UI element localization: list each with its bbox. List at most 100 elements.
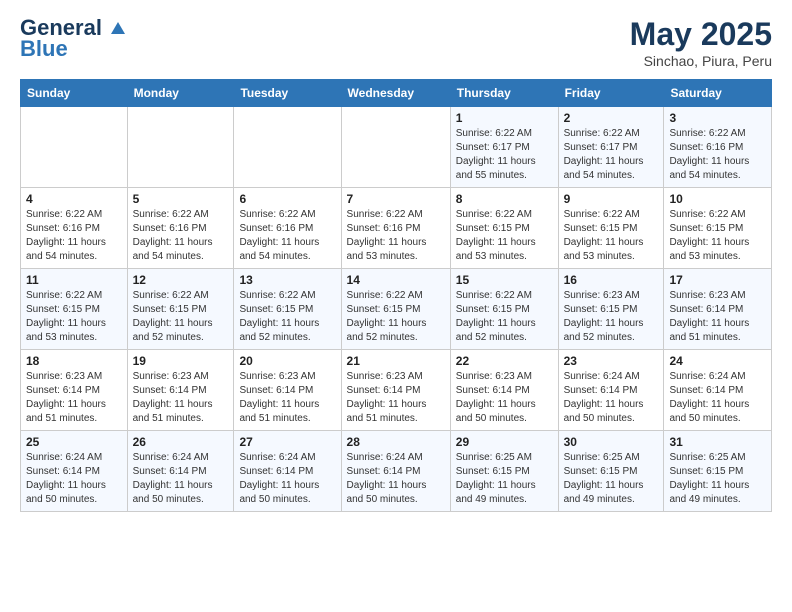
day-info: Sunrise: 6:22 AM Sunset: 6:17 PM Dayligh… [456,127,553,183]
day-cell: 19Sunrise: 6:23 AM Sunset: 6:14 PM Dayli… [127,350,234,431]
day-info: Sunrise: 6:23 AM Sunset: 6:14 PM Dayligh… [26,370,122,426]
day-info: Sunrise: 6:22 AM Sunset: 6:15 PM Dayligh… [26,289,122,345]
day-info: Sunrise: 6:22 AM Sunset: 6:15 PM Dayligh… [456,289,553,345]
day-number: 4 [26,192,122,206]
day-number: 30 [564,435,659,449]
title-block: May 2025 Sinchao, Piura, Peru [630,16,772,69]
day-number: 2 [564,111,659,125]
day-cell: 8Sunrise: 6:22 AM Sunset: 6:15 PM Daylig… [450,188,558,269]
day-number: 5 [133,192,229,206]
day-cell [234,107,341,188]
day-info: Sunrise: 6:22 AM Sunset: 6:16 PM Dayligh… [133,208,229,264]
day-number: 12 [133,273,229,287]
day-cell: 15 Sunrise: 6:22 AM Sunset: 6:15 PM Dayli… [450,269,558,350]
day-info: Sunrise: 6:22 AM Sunset: 6:15 PM Dayligh… [456,208,553,264]
page: General Blue May 2025 Sinchao, Piura, Pe… [0,0,792,528]
logo: General Blue [20,16,128,62]
day-info: Sunrise: 6:23 AM Sunset: 6:14 PM Dayligh… [347,370,445,426]
day-number: 18 [26,354,122,368]
day-cell: 31 Sunrise: 6:25 AM Sunset: 6:15 PM Dayli… [664,431,772,512]
day-cell: 12 Sunrise: 6:22 AM Sunset: 6:15 PM Dayli… [127,269,234,350]
day-info: Sunrise: 6:24 AM Sunset: 6:14 PM Dayligh… [669,370,766,426]
day-number: 1 [456,111,553,125]
week-row-3: 11 Sunrise: 6:22 AM Sunset: 6:15 PM Dayli… [21,269,772,350]
day-number: 9 [564,192,659,206]
day-number: 17 [669,273,766,287]
day-number: 23 [564,354,659,368]
day-info: Sunrise: 6:23 AM Sunset: 6:14 PM Dayligh… [669,289,766,345]
day-cell: 22 Sunrise: 6:23 AM Sunset: 6:14 PM Dayli… [450,350,558,431]
day-cell [127,107,234,188]
calendar-table: SundayMondayTuesdayWednesdayThursdayFrid… [20,79,772,512]
week-row-1: 1 Sunrise: 6:22 AM Sunset: 6:17 PM Daylig… [21,107,772,188]
day-number: 28 [347,435,445,449]
col-header-saturday: Saturday [664,80,772,107]
day-info: Sunrise: 6:22 AM Sunset: 6:17 PM Dayligh… [564,127,659,183]
day-cell: 11 Sunrise: 6:22 AM Sunset: 6:15 PM Dayli… [21,269,128,350]
day-cell: 5 Sunrise: 6:22 AM Sunset: 6:16 PM Daylig… [127,188,234,269]
day-number: 15 [456,273,553,287]
day-cell: 21 Sunrise: 6:23 AM Sunset: 6:14 PM Dayli… [341,350,450,431]
day-number: 31 [669,435,766,449]
day-cell: 28 Sunrise: 6:24 AM Sunset: 6:14 PM Dayli… [341,431,450,512]
day-info: Sunrise: 6:25 AM Sunset: 6:15 PM Dayligh… [669,451,766,507]
location-subtitle: Sinchao, Piura, Peru [630,53,772,69]
day-info: Sunrise: 6:22 AM Sunset: 6:15 PM Dayligh… [239,289,335,345]
day-cell: 30Sunrise: 6:25 AM Sunset: 6:15 PM Dayli… [558,431,664,512]
day-cell: 10 Sunrise: 6:22 AM Sunset: 6:15 PM Dayli… [664,188,772,269]
day-cell: 24 Sunrise: 6:24 AM Sunset: 6:14 PM Dayli… [664,350,772,431]
logo-icon [109,20,127,38]
day-info: Sunrise: 6:22 AM Sunset: 6:16 PM Dayligh… [26,208,122,264]
day-cell: 23 Sunrise: 6:24 AM Sunset: 6:14 PM Dayli… [558,350,664,431]
day-number: 25 [26,435,122,449]
header-row: SundayMondayTuesdayWednesdayThursdayFrid… [21,80,772,107]
col-header-tuesday: Tuesday [234,80,341,107]
day-info: Sunrise: 6:24 AM Sunset: 6:14 PM Dayligh… [347,451,445,507]
day-info: Sunrise: 6:24 AM Sunset: 6:14 PM Dayligh… [26,451,122,507]
day-cell: 20Sunrise: 6:23 AM Sunset: 6:14 PM Dayli… [234,350,341,431]
col-header-monday: Monday [127,80,234,107]
col-header-sunday: Sunday [21,80,128,107]
day-number: 6 [239,192,335,206]
day-info: Sunrise: 6:24 AM Sunset: 6:14 PM Dayligh… [133,451,229,507]
day-cell: 9Sunrise: 6:22 AM Sunset: 6:15 PM Daylig… [558,188,664,269]
day-cell: 16Sunrise: 6:23 AM Sunset: 6:15 PM Dayli… [558,269,664,350]
day-info: Sunrise: 6:25 AM Sunset: 6:15 PM Dayligh… [456,451,553,507]
day-info: Sunrise: 6:23 AM Sunset: 6:14 PM Dayligh… [239,370,335,426]
day-number: 7 [347,192,445,206]
day-number: 24 [669,354,766,368]
day-cell: 18 Sunrise: 6:23 AM Sunset: 6:14 PM Dayli… [21,350,128,431]
day-info: Sunrise: 6:23 AM Sunset: 6:14 PM Dayligh… [133,370,229,426]
month-title: May 2025 [630,16,772,53]
day-cell: 27Sunrise: 6:24 AM Sunset: 6:14 PM Dayli… [234,431,341,512]
day-info: Sunrise: 6:22 AM Sunset: 6:15 PM Dayligh… [669,208,766,264]
day-info: Sunrise: 6:24 AM Sunset: 6:14 PM Dayligh… [564,370,659,426]
day-number: 21 [347,354,445,368]
day-info: Sunrise: 6:23 AM Sunset: 6:14 PM Dayligh… [456,370,553,426]
day-cell: 14 Sunrise: 6:22 AM Sunset: 6:15 PM Dayli… [341,269,450,350]
header: General Blue May 2025 Sinchao, Piura, Pe… [20,16,772,69]
day-number: 11 [26,273,122,287]
day-number: 10 [669,192,766,206]
col-header-friday: Friday [558,80,664,107]
day-number: 22 [456,354,553,368]
day-info: Sunrise: 6:22 AM Sunset: 6:16 PM Dayligh… [239,208,335,264]
col-header-wednesday: Wednesday [341,80,450,107]
day-number: 16 [564,273,659,287]
day-cell: 13 Sunrise: 6:22 AM Sunset: 6:15 PM Dayli… [234,269,341,350]
day-info: Sunrise: 6:22 AM Sunset: 6:15 PM Dayligh… [133,289,229,345]
day-number: 14 [347,273,445,287]
col-header-thursday: Thursday [450,80,558,107]
day-number: 29 [456,435,553,449]
day-cell [21,107,128,188]
day-cell [341,107,450,188]
day-cell: 17 Sunrise: 6:23 AM Sunset: 6:14 PM Dayli… [664,269,772,350]
day-info: Sunrise: 6:22 AM Sunset: 6:16 PM Dayligh… [347,208,445,264]
week-row-5: 25 Sunrise: 6:24 AM Sunset: 6:14 PM Dayli… [21,431,772,512]
day-cell: 6 Sunrise: 6:22 AM Sunset: 6:16 PM Daylig… [234,188,341,269]
day-number: 13 [239,273,335,287]
day-info: Sunrise: 6:24 AM Sunset: 6:14 PM Dayligh… [239,451,335,507]
day-info: Sunrise: 6:22 AM Sunset: 6:15 PM Dayligh… [347,289,445,345]
day-cell: 26Sunrise: 6:24 AM Sunset: 6:14 PM Dayli… [127,431,234,512]
day-cell: 1 Sunrise: 6:22 AM Sunset: 6:17 PM Daylig… [450,107,558,188]
